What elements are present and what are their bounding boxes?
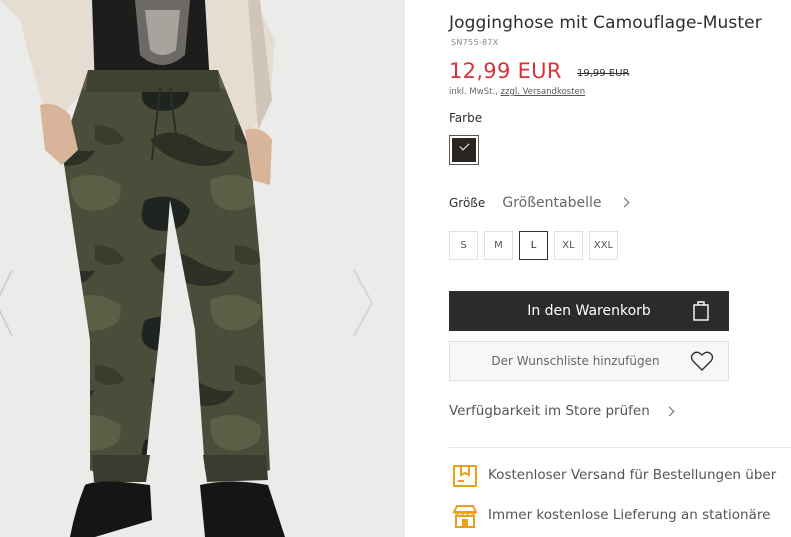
color-label: Farbe	[449, 111, 483, 125]
divider	[449, 447, 791, 448]
shipping-costs-link[interactable]: zzgl. Versandkosten	[501, 87, 586, 97]
check-icon	[459, 140, 470, 151]
add-to-cart-button[interactable]: In den Warenkorb	[449, 291, 729, 331]
add-to-wishlist-label: Der Wunschliste hinzufügen	[491, 354, 660, 368]
chevron-right-icon[interactable]	[619, 197, 630, 208]
gallery-divider	[404, 0, 405, 537]
color-swatch-selected[interactable]	[449, 135, 479, 165]
product-photo	[0, 0, 404, 537]
size-option-l[interactable]: L	[519, 231, 548, 260]
product-price: 12,99 EUR	[449, 59, 562, 83]
tax-prefix: inkl. MwSt.,	[449, 87, 498, 97]
benefit-text: Immer kostenlose Lieferung an stationäre	[488, 507, 771, 523]
store-icon	[452, 505, 478, 528]
size-option-s[interactable]: S	[449, 231, 478, 260]
size-label: Größe	[449, 195, 486, 210]
tax-info: inkl. MwSt., zzgl. Versandkosten	[449, 87, 585, 97]
size-option-m[interactable]: M	[484, 231, 513, 260]
product-info-panel: Jogginghose mit Camouflage-Muster SN755-…	[449, 0, 791, 537]
size-option-xxl[interactable]: XXL	[589, 231, 618, 260]
delivery-box-icon	[453, 465, 477, 487]
gallery-prev-arrow[interactable]	[0, 268, 18, 338]
check-store-label: Verfügbarkeit im Store prüfen	[449, 403, 650, 419]
check-store-availability-link[interactable]: Verfügbarkeit im Store prüfen	[449, 403, 675, 419]
product-old-price: 19,99 EUR	[577, 68, 630, 79]
size-options: S M L XL XXL	[449, 231, 618, 260]
gallery-next-arrow[interactable]	[350, 268, 376, 338]
heart-icon	[690, 351, 714, 371]
size-option-xl[interactable]: XL	[554, 231, 583, 260]
benefit-text: Kostenloser Versand für Bestellungen übe…	[488, 467, 777, 483]
add-to-cart-label: In den Warenkorb	[527, 303, 651, 319]
shopping-bag-icon	[693, 301, 709, 321]
product-title: Jogginghose mit Camouflage-Muster	[449, 13, 762, 33]
color-swatch-fill	[452, 138, 476, 162]
add-to-wishlist-button[interactable]: Der Wunschliste hinzufügen	[449, 341, 729, 381]
product-image-gallery	[0, 0, 404, 537]
size-header: Größe Größentabelle	[449, 192, 630, 211]
size-table-link[interactable]: Größentabelle	[502, 195, 601, 211]
product-sku: SN755-87X	[451, 38, 499, 47]
chevron-right-icon	[664, 406, 675, 416]
